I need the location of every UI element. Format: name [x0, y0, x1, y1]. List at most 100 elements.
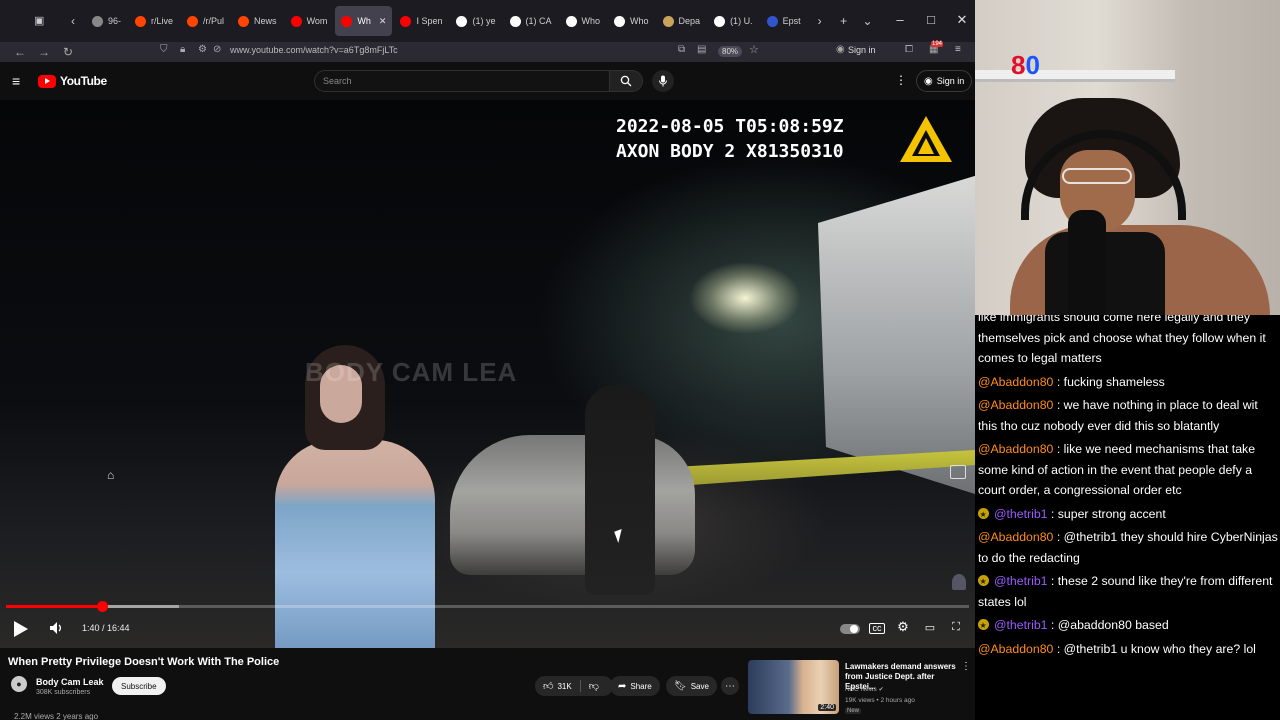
captions-icon[interactable]: cc [869, 623, 885, 634]
channel-watermark-icon[interactable] [952, 574, 966, 590]
shield-icon[interactable]: ⛉ [160, 44, 168, 55]
channel-name[interactable]: Body Cam Leak [36, 677, 104, 687]
tab-list-icon[interactable]: ⌄ [857, 7, 879, 35]
save-button[interactable]: 🔖︎ Save [666, 676, 717, 696]
chat-username[interactable]: @Abaddon80 [978, 375, 1053, 389]
browser-tab[interactable]: (1) U. [708, 6, 759, 36]
browser-sign-in[interactable]: Sign in [848, 45, 876, 55]
chat-message: like immigrants should come here legally… [978, 315, 1278, 369]
chat-username[interactable]: @Abaddon80 [978, 442, 1053, 456]
tab-favicon-icon [290, 15, 302, 27]
reload-icon[interactable]: ↻ [56, 45, 80, 59]
browser-tab[interactable]: r/Live [129, 6, 179, 36]
hamburger-menu-icon[interactable]: ≡ [12, 73, 20, 89]
browser-tab[interactable]: 96- [86, 6, 127, 36]
subscribe-button[interactable]: Subscribe [112, 677, 166, 695]
axon-logo-icon [900, 116, 952, 162]
verified-icon: ✔ [878, 687, 884, 693]
recommended-menu-icon[interactable]: ⋮ [961, 661, 971, 672]
miniplayer-hint-icon[interactable] [950, 465, 966, 479]
tab-favicon-icon [92, 15, 103, 27]
progress-scrubber[interactable] [97, 601, 109, 612]
fullscreen-icon[interactable]: ⛶ [948, 621, 964, 635]
browser-tab[interactable]: Who [560, 6, 607, 36]
tab-close-icon[interactable]: ✕ [379, 16, 387, 27]
bodycam-timestamp: 2022-08-05 T05:08:59Z [616, 116, 844, 137]
video-player[interactable]: BODY CAM LEA 2022-08-05 T05:08:59Z AXON … [0, 100, 975, 648]
browser-tab[interactable]: (1) ye [450, 6, 501, 36]
webcam-shelf [975, 70, 1175, 82]
minimize-icon[interactable]: – [890, 12, 910, 27]
maximize-icon[interactable]: □ [921, 12, 941, 27]
youtube-logo[interactable]: YouTube [38, 74, 107, 88]
settings-gear-icon[interactable]: ⚙ [895, 619, 911, 634]
chat-username[interactable]: @Abaddon80 [978, 530, 1053, 544]
forward-icon[interactable]: → [32, 45, 56, 59]
new-tab-icon[interactable]: + [833, 7, 855, 35]
play-icon[interactable] [14, 621, 28, 637]
progress-bar[interactable] [6, 601, 969, 612]
chat-username[interactable]: @thetrib1 [994, 618, 1048, 632]
chat-username[interactable]: @thetrib1 [994, 574, 1048, 588]
more-actions-icon[interactable]: ⋯ [721, 677, 739, 695]
permissions-icon[interactable]: ⚙ [198, 44, 207, 55]
browser-tab[interactable]: Epst [761, 6, 807, 36]
lock-icon[interactable]: 🔒︎ [180, 44, 185, 55]
recommended-meta: 19K views • 2 hours ago [845, 697, 915, 704]
browser-tab[interactable]: Wom [285, 6, 334, 36]
tab-label: News [254, 16, 277, 26]
share-button[interactable]: ➦ Share [610, 676, 660, 696]
search-box [314, 70, 610, 92]
recommended-thumbnail[interactable]: 2:40 [748, 660, 839, 714]
browser-tab[interactable]: /r/Pul [181, 6, 230, 36]
browser-tab[interactable]: News [232, 6, 283, 36]
sign-in-label: Sign in [936, 76, 965, 86]
chat-username[interactable]: @Abaddon80 [978, 398, 1053, 412]
extensions-icon[interactable]: ⧠ [905, 44, 913, 55]
tab-scroll-left-icon[interactable]: ‹ [62, 7, 84, 35]
video-woman [260, 345, 460, 648]
tab-favicon-icon [766, 15, 778, 27]
channel-avatar[interactable]: ● [11, 676, 27, 692]
browser-tab[interactable]: Who [608, 6, 655, 36]
chat-username[interactable]: @thetrib1 [994, 507, 1048, 521]
nav-bar: ← → ↻ ⛉ 🔒︎ ⚙ ⊘ www.youtube.com/watch?v=a… [0, 41, 975, 62]
url-bar[interactable]: www.youtube.com/watch?v=a6Tg8mFjLTc [230, 45, 398, 55]
thumbs-down-icon[interactable]: 👎︎ [589, 680, 599, 692]
tab-favicon-icon [456, 15, 468, 27]
zoom-level[interactable]: 80% [718, 46, 743, 57]
voice-search-button[interactable] [652, 70, 674, 92]
video-car [450, 435, 695, 575]
youtube-sign-in-button[interactable]: ◉ Sign in [916, 70, 973, 92]
browser-tab[interactable]: (1) CA [504, 6, 558, 36]
thumbs-up-icon[interactable]: 👍︎ [543, 680, 553, 692]
tab-overview-icon[interactable]: ▣ [34, 14, 44, 27]
close-window-icon[interactable]: ✕ [952, 12, 972, 28]
chat-message: @thetrib1 : @abaddon80 based [978, 615, 1278, 637]
like-count[interactable]: 31K [557, 682, 571, 691]
recommended-channel[interactable]: NBC News ✔ [845, 686, 884, 693]
autoplay-toggle[interactable] [840, 624, 860, 634]
reader-view-icon[interactable]: ▤ [697, 44, 706, 55]
back-icon[interactable]: ← [8, 45, 32, 59]
more-options-icon[interactable]: ⋮ [895, 73, 907, 87]
browser-tab[interactable]: Wh ✕ [335, 6, 393, 36]
bookmark-star-icon[interactable]: ☆ [749, 43, 759, 56]
volume-icon[interactable] [49, 621, 65, 635]
theater-mode-icon[interactable]: ▭ [922, 621, 938, 635]
browser-menu-icon[interactable]: ≡ [955, 44, 961, 55]
tracking-icon[interactable]: ⊘ [213, 44, 221, 55]
picture-in-picture-icon[interactable]: ⧉ [678, 44, 685, 55]
chat-list: like immigrants should come here legally… [978, 315, 1278, 662]
chat-username[interactable]: @Abaddon80 [978, 642, 1053, 656]
microphone-icon [659, 75, 667, 87]
tab-bar: ▣ ‹ 96- r/Live/r/Pul News Wom Wh ✕ I Spen (1) y… [0, 0, 975, 42]
tab-favicon-icon [238, 15, 250, 27]
search-input[interactable] [315, 71, 595, 91]
tab-scroll-right-icon[interactable]: › [809, 7, 831, 35]
progress-played [6, 605, 103, 608]
search-button[interactable] [609, 70, 643, 92]
browser-tab[interactable]: I Spen [394, 6, 448, 36]
account-icon[interactable]: ◉ [836, 44, 845, 55]
browser-tab[interactable]: Depa [657, 6, 707, 36]
